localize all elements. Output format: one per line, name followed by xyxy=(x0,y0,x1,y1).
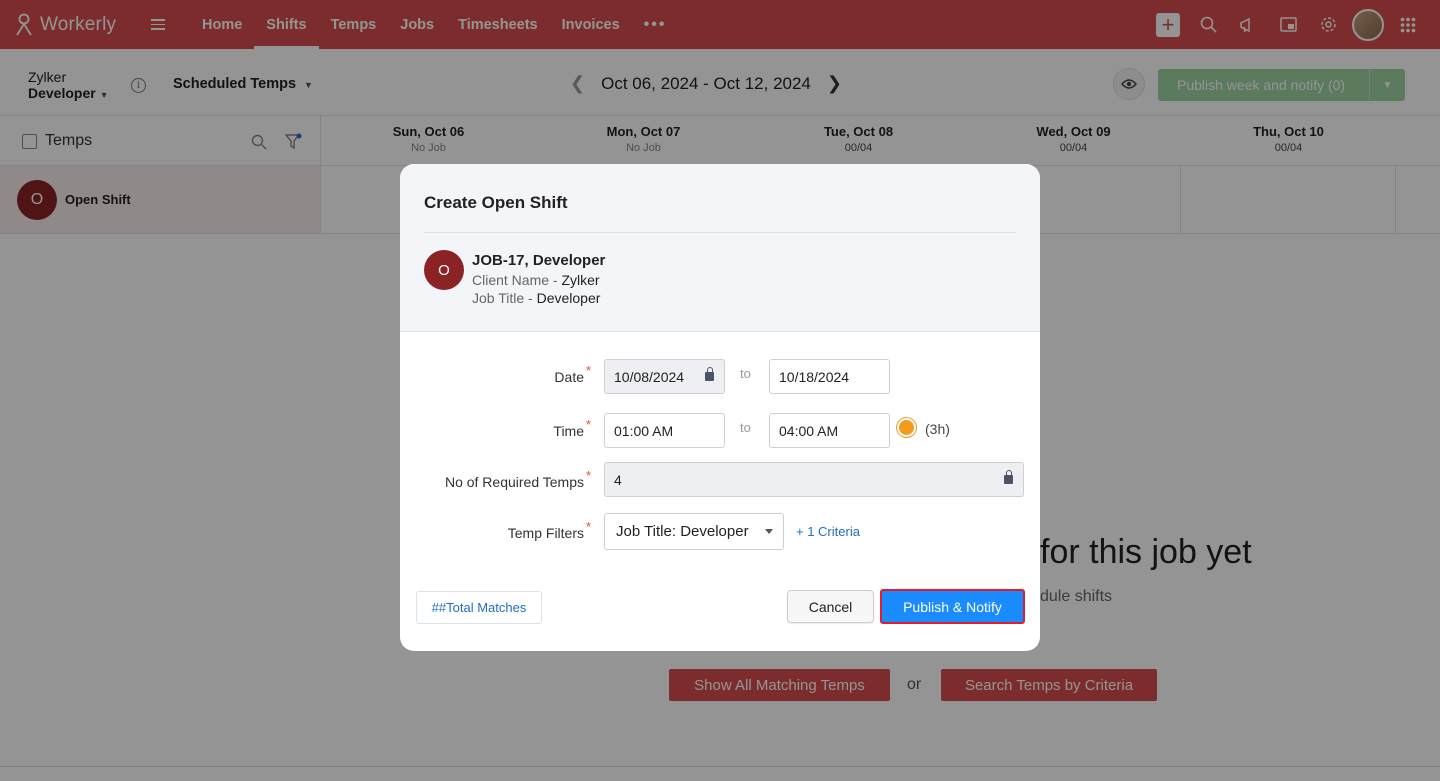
end-time-field[interactable]: 04:00 AM xyxy=(769,413,890,448)
job-title-value: Developer xyxy=(536,290,601,306)
temp-filter-select[interactable]: Job Title: Developer xyxy=(604,513,784,550)
create-open-shift-dialog: Create Open Shift O JOB-17, Developer Cl… xyxy=(400,164,1040,651)
chevron-down-icon xyxy=(765,529,773,534)
total-matches-button[interactable]: ##Total Matches xyxy=(416,591,542,624)
temp-filter-value: Job Title: Developer xyxy=(616,523,749,540)
sun-icon xyxy=(899,420,914,435)
cancel-button[interactable]: Cancel xyxy=(787,590,874,623)
required-marker: * xyxy=(586,519,592,534)
to-label: to xyxy=(740,420,751,435)
lock-icon xyxy=(1004,470,1013,484)
client-name-value: Zylker xyxy=(561,272,600,288)
lock-icon xyxy=(705,367,714,381)
divider xyxy=(424,232,1016,233)
required-temps-label: No of Required Temps xyxy=(444,474,584,490)
required-marker: * xyxy=(586,468,592,483)
job-title-row: Job Title - Developer xyxy=(472,290,600,306)
end-date-value: 10/18/2024 xyxy=(779,368,850,385)
required-marker: * xyxy=(586,363,592,378)
avatar: O xyxy=(424,250,464,290)
start-date-value: 10/08/2024 xyxy=(614,368,685,385)
required-temps-field: 4 xyxy=(604,462,1024,497)
add-criteria-link[interactable]: + 1 Criteria xyxy=(796,524,860,539)
job-title: JOB-17, Developer xyxy=(472,252,606,269)
to-label: to xyxy=(740,366,751,381)
date-label: Date xyxy=(554,369,584,385)
dialog-header: Create Open Shift O JOB-17, Developer Cl… xyxy=(400,164,1040,332)
start-time-field[interactable]: 01:00 AM xyxy=(604,413,725,448)
start-date-field: 10/08/2024 xyxy=(604,359,725,394)
client-name-key: Client Name xyxy=(472,272,550,288)
separator: - xyxy=(549,272,562,288)
start-time-value: 01:00 AM xyxy=(614,422,674,439)
time-label: Time xyxy=(553,423,584,439)
separator: - xyxy=(524,290,537,306)
end-time-value: 04:00 AM xyxy=(779,422,839,439)
required-marker: * xyxy=(586,417,592,432)
client-name-row: Client Name - Zylker xyxy=(472,272,600,288)
publish-and-notify-button[interactable]: Publish & Notify xyxy=(880,589,1025,624)
job-title-key: Job Title xyxy=(472,290,525,306)
end-date-field[interactable]: 10/18/2024 xyxy=(769,359,890,394)
dialog-title: Create Open Shift xyxy=(424,193,568,212)
shift-duration: (3h) xyxy=(925,421,950,437)
required-temps-value: 4 xyxy=(614,471,622,488)
temp-filters-label: Temp Filters xyxy=(507,525,584,541)
